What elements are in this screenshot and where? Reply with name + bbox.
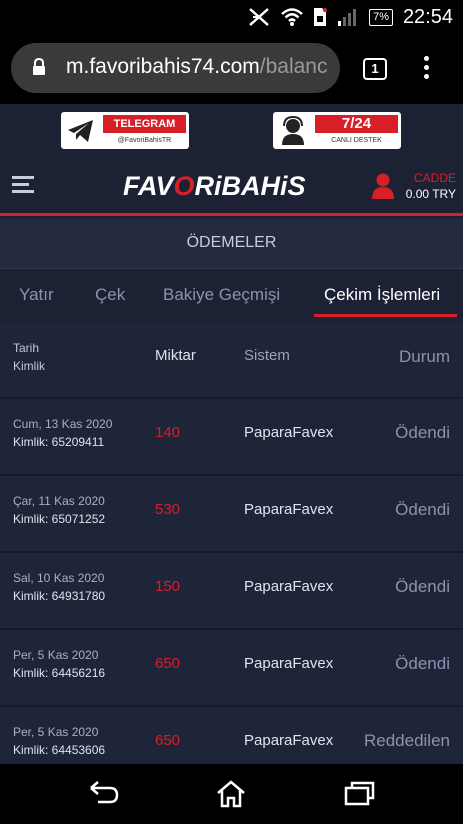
tab-withdrawal-transactions[interactable]: Çekim İşlemleri xyxy=(324,285,440,305)
row-date: Sal, 10 Kas 2020 xyxy=(13,571,105,585)
back-icon[interactable] xyxy=(88,780,120,806)
url-path: /balanc xyxy=(259,55,328,78)
row-date-cell: Per, 5 Kas 2020 Kimlik: 64456216 xyxy=(13,646,105,682)
telegram-handle: @FavoriBahisTR xyxy=(117,137,172,144)
row-date: Per, 5 Kas 2020 xyxy=(13,648,99,662)
row-date-cell: Sal, 10 Kas 2020 Kimlik: 64931780 xyxy=(13,569,105,605)
row-date: Per, 5 Kas 2020 xyxy=(13,725,99,739)
row-amount: 530 xyxy=(155,501,181,518)
clock: 22:54 xyxy=(402,6,453,28)
sim-icon xyxy=(314,8,328,26)
tab-balance-history[interactable]: Bakiye Geçmişi xyxy=(163,285,280,305)
row-status: Ödendi xyxy=(395,654,450,673)
telegram-icon xyxy=(68,120,93,142)
row-status: Ödendi xyxy=(395,500,450,519)
site-logo[interactable]: FAVORiBAHiS xyxy=(123,171,306,202)
promo-bar: TELEGRAM @FavoriBahisTR 7/24 CANLI DESTE… xyxy=(0,104,463,156)
row-amount: 650 xyxy=(155,655,181,672)
site-header: FAVORiBAHiS CADDE 0.00 TRY xyxy=(0,156,463,216)
payment-tabs: Yatır Çek Bakiye Geçmişi Çekim İşlemleri xyxy=(0,269,463,321)
browser-toolbar: m.favoribahis74.com/balanc 1 xyxy=(0,34,463,104)
row-status: Ödendi xyxy=(395,423,450,442)
support-subtitle: CANLI DESTEK xyxy=(331,137,382,144)
wifi-icon xyxy=(281,8,303,26)
page-title: ÖDEMELER xyxy=(0,219,463,269)
no-sim-icon xyxy=(249,8,269,26)
menu-dots-icon[interactable] xyxy=(421,56,431,82)
tab-deposit[interactable]: Yatır xyxy=(19,285,54,305)
row-date: Çar, 11 Kas 2020 xyxy=(13,494,105,508)
recents-icon[interactable] xyxy=(344,780,376,806)
tabs-icon[interactable]: 1 xyxy=(363,58,387,80)
header-system: Sistem xyxy=(244,347,290,364)
row-system: PaparaFavex xyxy=(244,578,334,595)
table-row[interactable]: Cum, 13 Kas 2020 Kimlik: 65209411 140 Pa… xyxy=(0,399,463,476)
user-icon[interactable] xyxy=(372,172,394,200)
row-date-cell: Per, 5 Kas 2020 Kimlik: 64453606 xyxy=(13,723,105,759)
username[interactable]: CADDE xyxy=(414,171,456,185)
logo-text-start: FAV xyxy=(123,171,174,201)
account-balance: 0.00 TRY xyxy=(405,187,456,201)
tab-withdraw[interactable]: Çek xyxy=(95,285,125,305)
home-icon[interactable] xyxy=(216,780,246,808)
row-status: Reddedilen xyxy=(363,731,450,750)
header-status: Durum xyxy=(398,347,450,366)
signal-icon xyxy=(338,9,357,26)
withdrawals-table: Tarih Kimlik Miktar Sistem Durum Cum, 13… xyxy=(0,323,463,784)
live-support-banner[interactable]: 7/24 CANLI DESTEK xyxy=(273,112,401,149)
row-date: Cum, 13 Kas 2020 xyxy=(13,417,113,431)
logo-text-o: O xyxy=(173,171,195,201)
battery-icon: 7% xyxy=(369,8,393,26)
row-amount: 140 xyxy=(155,424,181,441)
row-system: PaparaFavex xyxy=(244,424,334,441)
status-bar: 7% 22:54 xyxy=(0,0,463,34)
row-amount: 650 xyxy=(155,732,181,749)
row-id: Kimlik: 64456216 xyxy=(13,666,106,680)
row-date-cell: Çar, 11 Kas 2020 Kimlik: 65071252 xyxy=(13,492,105,528)
row-system: PaparaFavex xyxy=(244,732,334,749)
row-status: Ödendi xyxy=(395,577,450,596)
row-system: PaparaFavex xyxy=(244,655,334,672)
lock-icon xyxy=(33,58,45,75)
header-amount: Miktar xyxy=(155,347,196,364)
header-date: Tarih xyxy=(13,341,40,355)
table-row[interactable]: Çar, 11 Kas 2020 Kimlik: 65071252 530 Pa… xyxy=(0,476,463,553)
row-id: Kimlik: 65209411 xyxy=(13,435,105,449)
active-tab-indicator xyxy=(314,314,457,317)
table-row[interactable]: Sal, 10 Kas 2020 Kimlik: 64931780 150 Pa… xyxy=(0,553,463,630)
row-amount: 150 xyxy=(155,578,181,595)
row-date-cell: Cum, 13 Kas 2020 Kimlik: 65209411 xyxy=(13,415,112,451)
row-id: Kimlik: 64453606 xyxy=(13,743,106,757)
logo-text-end: RiBAHiS xyxy=(194,171,306,201)
header-id: Kimlik xyxy=(13,359,45,373)
telegram-banner[interactable]: TELEGRAM @FavoriBahisTR xyxy=(61,112,189,149)
table-header: Tarih Kimlik Miktar Sistem Durum xyxy=(0,323,463,399)
header-date-cell: Tarih Kimlik xyxy=(13,339,45,375)
address-bar[interactable]: m.favoribahis74.com/balanc xyxy=(11,43,340,93)
table-row[interactable]: Per, 5 Kas 2020 Kimlik: 64456216 650 Pap… xyxy=(0,630,463,707)
support-agent-icon xyxy=(282,115,304,145)
row-id: Kimlik: 65071252 xyxy=(13,512,106,526)
telegram-title: TELEGRAM xyxy=(103,115,186,133)
row-id: Kimlik: 64931780 xyxy=(13,589,106,603)
row-system: PaparaFavex xyxy=(244,501,334,518)
android-navigation-bar xyxy=(0,764,463,824)
hamburger-icon[interactable] xyxy=(12,176,34,194)
url-text[interactable]: m.favoribahis74.com/balanc xyxy=(66,55,327,79)
support-title: 7/24 xyxy=(315,115,398,133)
url-host: m.favoribahis74.com xyxy=(66,55,260,78)
